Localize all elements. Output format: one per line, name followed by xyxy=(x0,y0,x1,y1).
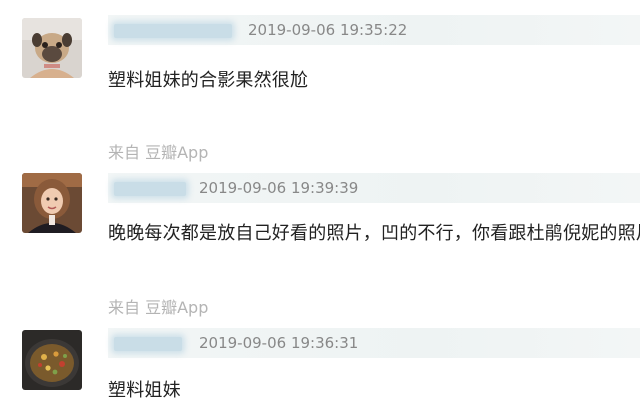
comment-header: 2019-09-06 19:35:22 xyxy=(108,15,640,45)
comment-item: 2019-09-06 19:35:22 塑料姐妹的合影果然很尬 xyxy=(0,0,640,110)
food-plate-avatar-icon xyxy=(22,330,82,390)
comment-source: 来自 豆瓣App xyxy=(108,298,209,317)
username-redacted xyxy=(114,337,182,351)
comment-header: 2019-09-06 19:39:39 xyxy=(108,173,640,203)
girl-portrait-avatar-icon xyxy=(22,173,82,233)
comment-timestamp: 2019-09-06 19:39:39 xyxy=(199,179,359,197)
username-redacted xyxy=(114,182,186,196)
user-avatar[interactable] xyxy=(22,330,82,390)
comment-header: 2019-09-06 19:36:31 xyxy=(108,328,640,358)
comment-timestamp: 2019-09-06 19:36:31 xyxy=(199,334,359,352)
comment-timestamp: 2019-09-06 19:35:22 xyxy=(248,21,408,39)
comment-source: 来自 豆瓣App xyxy=(108,143,209,162)
comment-text: 塑料姐妹的合影果然很尬 xyxy=(108,70,309,91)
comment-item: 2019-09-06 19:36:31 塑料姐妹 xyxy=(0,320,640,412)
comment-text: 晚晚每次都是放自己好看的照片，凹的不行，你看跟杜鹃倪妮的照片 xyxy=(108,223,640,244)
comment-item: 2019-09-06 19:39:39 晚晚每次都是放自己好看的照片，凹的不行，… xyxy=(0,165,640,265)
user-avatar[interactable] xyxy=(22,173,82,233)
user-avatar[interactable] xyxy=(22,18,82,78)
comment-text: 塑料姐妹 xyxy=(108,380,181,401)
username-redacted xyxy=(114,24,232,38)
pug-dog-avatar-icon xyxy=(22,18,82,78)
